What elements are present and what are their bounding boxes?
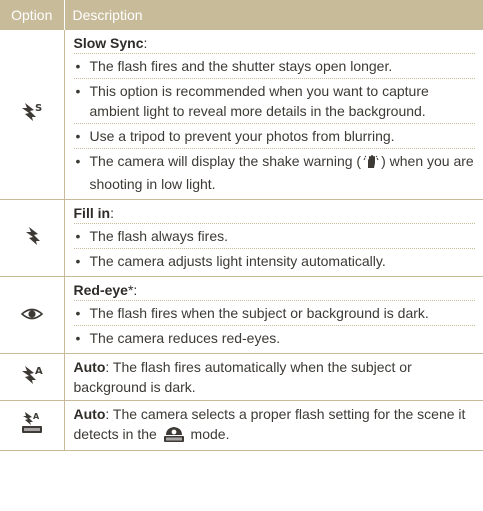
option-title: Auto bbox=[73, 359, 106, 375]
flash-auto-icon: A bbox=[19, 365, 45, 390]
bullet-list: The flash fires and the shutter stays op… bbox=[73, 53, 475, 196]
flash-fill-in-icon bbox=[23, 226, 41, 251]
shake-warning-icon bbox=[363, 154, 379, 174]
description-cell: Slow Sync: The flash fires and the shutt… bbox=[64, 30, 483, 200]
flash-slow-sync-icon: S bbox=[19, 102, 45, 127]
svg-text:A: A bbox=[35, 366, 43, 377]
option-cell: A bbox=[0, 353, 65, 401]
smart-mode-icon bbox=[163, 425, 185, 447]
flash-smart-auto-icon: A bbox=[20, 412, 44, 439]
table-row: A Auto: The camera selects a proper flas… bbox=[0, 400, 483, 451]
list-item: The camera reduces red-eyes. bbox=[73, 325, 475, 350]
option-cell: A bbox=[0, 400, 65, 451]
option-title: Red-eye*: bbox=[73, 282, 138, 298]
table-row: Fill in: The flash always fires. The cam… bbox=[0, 199, 483, 277]
option-cell: S bbox=[0, 30, 65, 200]
table-header-row: Option Description bbox=[0, 0, 483, 30]
description-cell: Red-eye*: The flash fires when the subje… bbox=[64, 276, 483, 354]
list-item: The flash always fires. bbox=[73, 223, 475, 248]
table-row: S Slow Sync: The flash fires and the shu… bbox=[0, 30, 483, 200]
red-eye-icon bbox=[20, 306, 43, 326]
header-option: Option bbox=[0, 0, 65, 30]
list-item: The camera adjusts light intensity autom… bbox=[73, 248, 475, 273]
option-text: : The camera selects a proper flash sett… bbox=[73, 406, 466, 442]
option-title: Auto bbox=[73, 406, 106, 422]
list-item: The flash fires when the subject or back… bbox=[73, 300, 475, 325]
svg-text:A: A bbox=[33, 412, 40, 421]
table-row: Red-eye*: The flash fires when the subje… bbox=[0, 276, 483, 354]
option-title: Fill in: bbox=[73, 205, 114, 221]
flash-options-table: Option Description S Slow Sync: The flas… bbox=[0, 0, 483, 451]
bullet-list: The flash fires when the subject or back… bbox=[73, 300, 475, 350]
bullet-list: The flash always fires. The camera adjus… bbox=[73, 223, 475, 273]
list-item: Use a tripod to prevent your photos from… bbox=[73, 123, 475, 148]
description-cell: Fill in: The flash always fires. The cam… bbox=[64, 199, 483, 277]
option-text-end: mode. bbox=[186, 426, 230, 442]
list-item: The camera will display the shake warnin… bbox=[73, 148, 475, 196]
description-cell: Auto: The flash fires automatically when… bbox=[64, 353, 483, 401]
option-cell bbox=[0, 276, 65, 354]
option-title: Slow Sync: bbox=[73, 35, 148, 51]
header-description: Description bbox=[64, 0, 483, 30]
option-text: : The flash fires automatically when the… bbox=[73, 359, 412, 395]
list-item: This option is recommended when you want… bbox=[73, 78, 475, 123]
description-cell: Auto: The camera selects a proper flash … bbox=[64, 400, 483, 451]
svg-text:S: S bbox=[35, 103, 42, 114]
list-item: The flash fires and the shutter stays op… bbox=[73, 53, 475, 78]
option-cell bbox=[0, 199, 65, 277]
table-row: A Auto: The flash fires automatically wh… bbox=[0, 353, 483, 401]
